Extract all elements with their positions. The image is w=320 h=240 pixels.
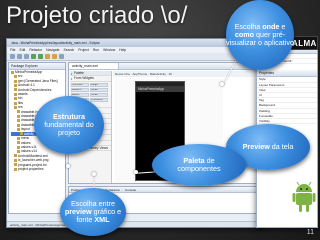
folder-icon xyxy=(11,70,14,74)
leader-dot xyxy=(134,170,138,174)
leader-dot xyxy=(66,164,70,168)
tab-console[interactable]: Console xyxy=(125,187,136,192)
folder-icon xyxy=(14,101,17,105)
menu-item[interactable]: Edit xyxy=(19,47,25,53)
folder-icon xyxy=(17,114,20,118)
status-bar: activity_main.xml - MinhaPrimeiraApp/res… xyxy=(7,221,263,227)
phone-app-title: MinhaPrimeiraApp xyxy=(136,86,184,92)
folder-icon xyxy=(14,75,17,79)
callout-component-palette: Paleta de componentes xyxy=(152,144,246,186)
tree-item[interactable]: project.properties xyxy=(11,167,65,171)
android-sdk-icon[interactable] xyxy=(45,54,50,59)
folder-icon xyxy=(14,83,17,87)
callout-text: projeto xyxy=(58,128,80,138)
avd-manager-icon[interactable] xyxy=(52,54,57,59)
folder-icon xyxy=(14,97,17,101)
print-icon[interactable] xyxy=(24,54,29,59)
folder-icon xyxy=(17,119,20,123)
editor-tab-activity-main[interactable]: activity_main.xml xyxy=(69,63,119,70)
callout-text: componentes xyxy=(177,164,221,173)
android-robot-icon xyxy=(292,181,316,212)
folder-icon xyxy=(17,127,20,131)
folder-icon xyxy=(14,167,17,171)
folder-icon xyxy=(14,92,17,96)
palette-widget[interactable]: Small xyxy=(90,92,108,97)
leader-dot xyxy=(92,172,96,176)
menu-item[interactable]: Window xyxy=(103,47,115,53)
page-number: 11 xyxy=(306,229,314,236)
menu-item[interactable]: Help xyxy=(119,47,126,53)
folder-icon xyxy=(14,105,17,109)
menu-item[interactable]: Project xyxy=(78,47,89,53)
save-icon[interactable] xyxy=(17,54,22,59)
run-icon[interactable] xyxy=(31,54,36,59)
new-file-icon[interactable] xyxy=(10,54,15,59)
callout-project-structure: Estrutura fundamental do projeto xyxy=(34,96,104,154)
palette-widget[interactable]: Medium xyxy=(71,87,89,92)
folder-icon xyxy=(17,150,20,154)
menu-item[interactable]: Search xyxy=(64,47,75,53)
menu-item[interactable]: Refactor xyxy=(29,47,42,53)
folder-icon xyxy=(17,123,20,127)
folder-icon xyxy=(14,163,17,167)
callout-emphasis: Preview xyxy=(242,141,270,151)
folder-icon xyxy=(20,132,23,136)
palette-widget[interactable]: CheckBox xyxy=(90,97,108,102)
palette-widget[interactable]: TextView xyxy=(71,82,89,87)
folder-icon xyxy=(14,154,17,158)
search-icon[interactable] xyxy=(59,54,64,59)
properties-title: Properties xyxy=(257,70,317,78)
menu-item[interactable]: Run xyxy=(93,47,99,53)
folder-icon xyxy=(14,158,17,162)
palette-widget[interactable]: Small xyxy=(90,87,108,92)
callout-emphasis: XML xyxy=(94,215,110,225)
folder-icon xyxy=(17,110,20,114)
debug-icon[interactable] xyxy=(38,54,43,59)
folder-icon xyxy=(17,145,20,149)
tree-item-label: project.properties xyxy=(18,166,44,171)
leader-dot xyxy=(220,82,224,86)
callout-text: da tela xyxy=(269,141,294,151)
palette-widget[interactable]: Large xyxy=(90,82,108,87)
window-title: Java - MinhaPrimeiraApp/res/layout/activ… xyxy=(7,39,263,47)
slide-title: Projeto criado \o/ xyxy=(6,2,188,29)
folder-icon xyxy=(14,79,17,83)
folder-icon xyxy=(14,88,17,92)
toolbar xyxy=(7,53,263,61)
folder-icon xyxy=(17,141,20,145)
folder-icon xyxy=(17,136,20,140)
palette-section[interactable]: Form Widgets xyxy=(70,76,111,82)
callout-preview-config: Escolha onde e como quer pré-visualizar … xyxy=(226,0,294,70)
menu-item[interactable]: Navigate xyxy=(46,47,59,53)
callout-preview-mode: Escolha entre preview gráfico e fonte XML xyxy=(60,188,126,236)
package-explorer-title: Package Explorer xyxy=(9,63,65,70)
callout-text: fonte xyxy=(76,215,95,225)
device-config-bar[interactable]: Nexus One · AppTheme · MainActivity · 16 xyxy=(113,71,259,77)
menu-item[interactable]: File xyxy=(10,47,15,53)
